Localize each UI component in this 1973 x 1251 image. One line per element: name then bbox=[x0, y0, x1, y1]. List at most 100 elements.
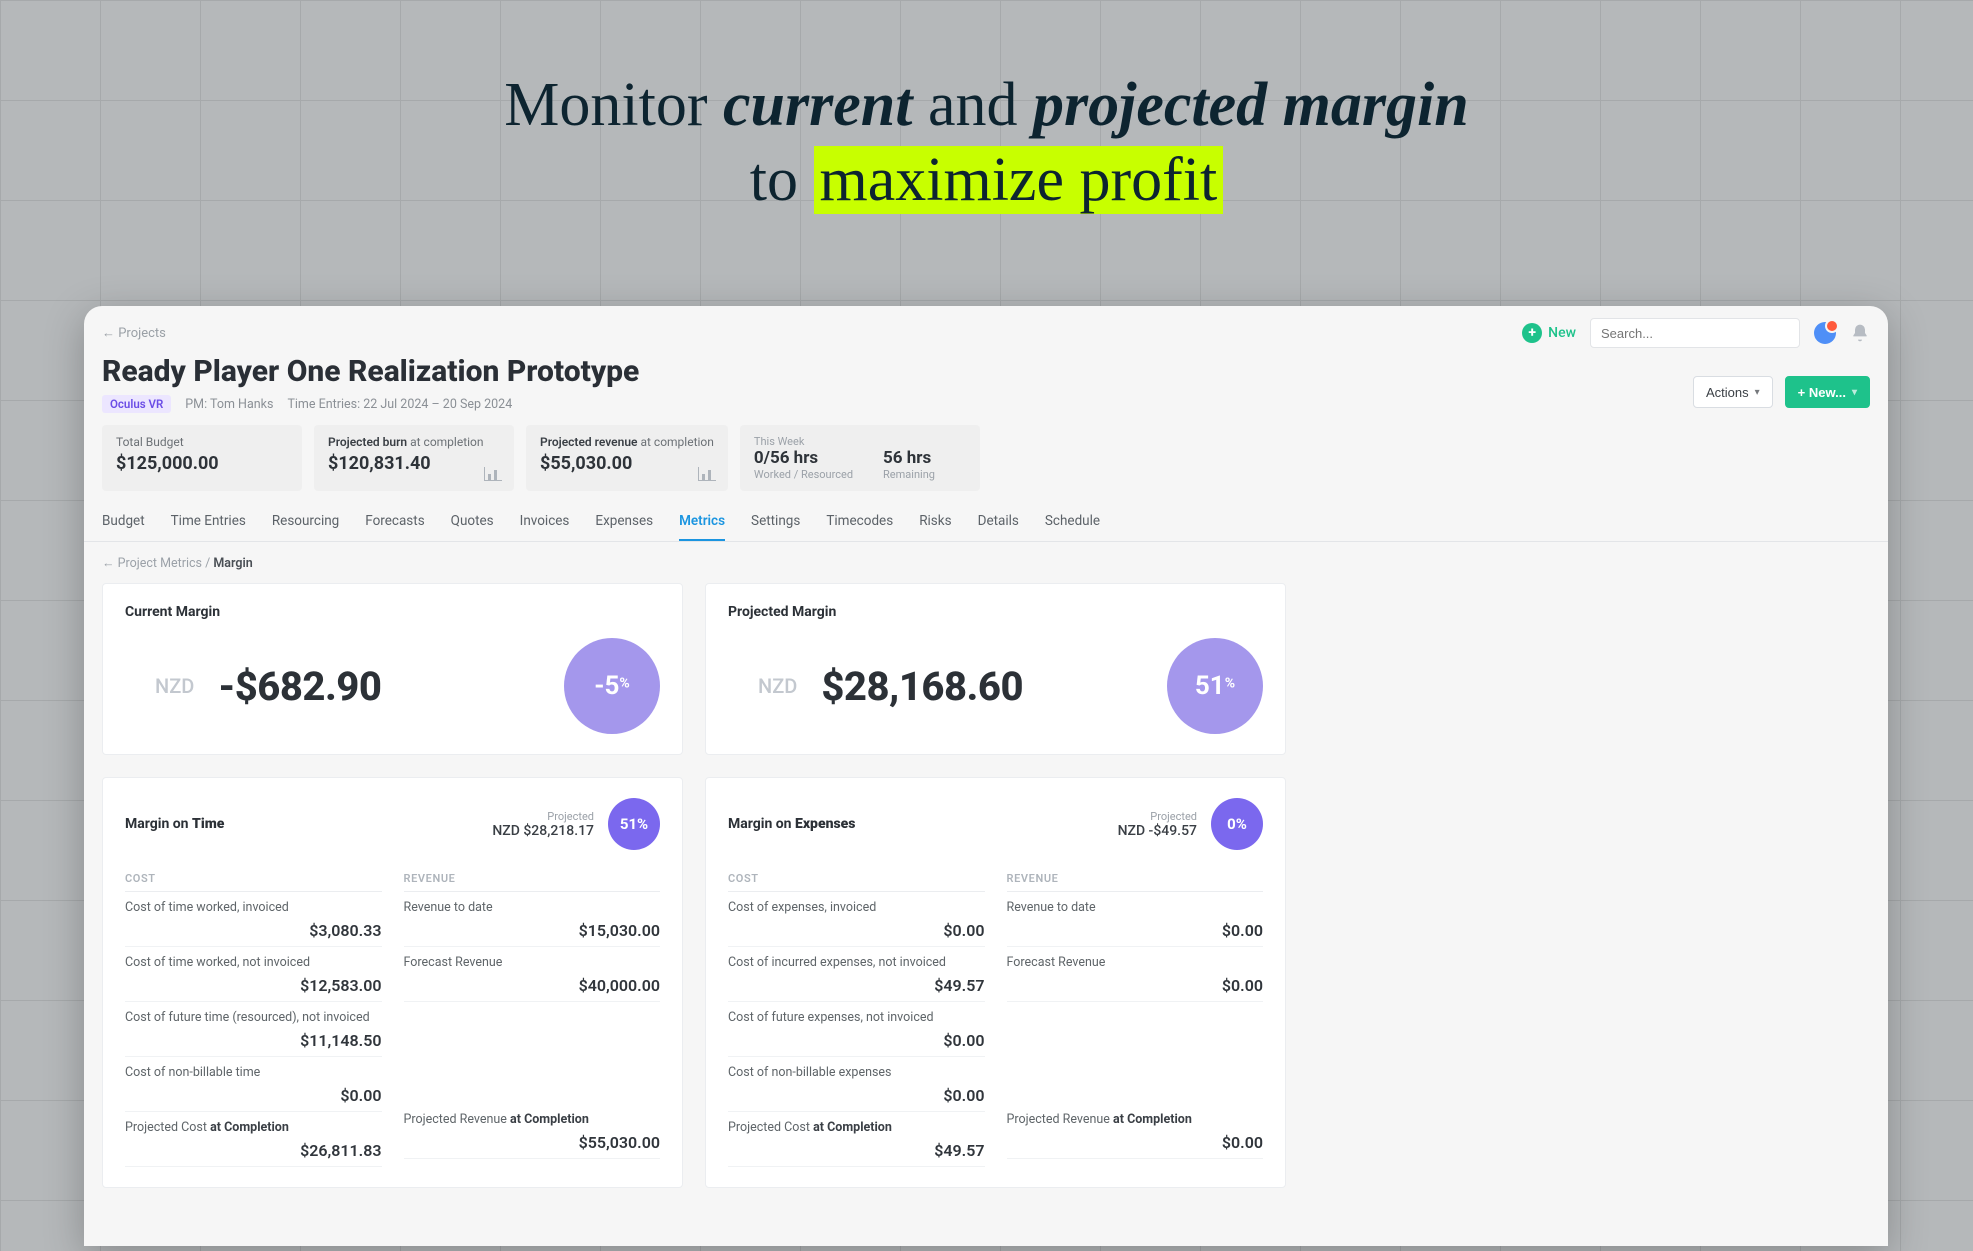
new-button[interactable]: + New...▾ bbox=[1785, 376, 1870, 408]
line-item-value: $0.00 bbox=[1007, 976, 1264, 995]
app-window: ← Projects + New Ready Player One Realiz… bbox=[84, 306, 1888, 1246]
margin-percent-badge: 51% bbox=[1167, 638, 1263, 734]
card-projected-margin: Projected Margin NZD $28,168.60 51% bbox=[705, 583, 1286, 755]
tabs: Budget Time Entries Resourcing Forecasts Quo… bbox=[84, 503, 1888, 542]
stat-label: Projected burn at completion bbox=[328, 435, 500, 449]
stat-value: 56 hrs bbox=[883, 448, 935, 468]
chevron-down-icon: ▾ bbox=[1755, 387, 1760, 398]
line-item-label: Cost of expenses, invoiced bbox=[728, 900, 985, 915]
plus-icon: + bbox=[1522, 323, 1542, 343]
line-item-row: Cost of time worked, not invoiced $12,583… bbox=[125, 947, 382, 1002]
hero-em-current: current bbox=[723, 71, 912, 139]
page-header: Ready Player One Realization Prototype O… bbox=[84, 352, 1888, 423]
tab-settings[interactable]: Settings bbox=[751, 503, 800, 541]
breadcrumb-sep: / bbox=[202, 556, 213, 571]
card-current-margin: Current Margin NZD -$682.90 -5% bbox=[102, 583, 683, 755]
tab-resourcing[interactable]: Resourcing bbox=[272, 503, 339, 541]
stat-value: $55,030.00 bbox=[540, 453, 714, 474]
stat-value: $120,831.40 bbox=[328, 453, 500, 474]
line-item-row: Revenue to date $15,030.00 bbox=[404, 892, 661, 947]
revenue-total-row: Projected Revenue at Completion $0.00 bbox=[1007, 1104, 1264, 1159]
actions-label: Actions bbox=[1706, 385, 1749, 400]
line-item-label: Cost of future expenses, not invoiced bbox=[728, 1010, 985, 1025]
tab-invoices[interactable]: Invoices bbox=[520, 503, 570, 541]
stat-label: Projected revenue at completion bbox=[540, 435, 714, 449]
margin-amount: $28,168.60 bbox=[821, 663, 1023, 710]
line-item-row: Cost of incurred expenses, not invoiced $… bbox=[728, 947, 985, 1002]
line-item-label: Cost of incurred expenses, not invoiced bbox=[728, 955, 985, 970]
bell-icon[interactable] bbox=[1850, 323, 1870, 343]
chart-icon[interactable] bbox=[484, 467, 502, 481]
line-item-label: Cost of time worked, invoiced bbox=[125, 900, 382, 915]
client-chip[interactable]: Oculus VR bbox=[102, 395, 171, 413]
cost-total-value: $26,811.83 bbox=[125, 1141, 382, 1160]
stat-burn: Projected burn at completion $120,831.40 bbox=[314, 425, 514, 491]
tab-budget[interactable]: Budget bbox=[102, 503, 145, 541]
line-item-value: $0.00 bbox=[728, 1086, 985, 1105]
chevron-down-icon: ▾ bbox=[1852, 387, 1857, 398]
projected-value: NZD -$49.57 bbox=[1118, 823, 1197, 839]
line-item-row: Cost of future time (resourced), not inv… bbox=[125, 1002, 382, 1057]
time-range-value: 22 Jul 2024 – 20 Sep 2024 bbox=[363, 397, 512, 412]
projected-label: Projected bbox=[492, 810, 594, 823]
card-title: Current Margin bbox=[125, 604, 660, 620]
timer-icon[interactable] bbox=[1814, 322, 1836, 344]
hero-text: Monitor bbox=[504, 71, 723, 139]
cost-total-value: $49.57 bbox=[728, 1141, 985, 1160]
revenue-total-value: $55,030.00 bbox=[404, 1133, 661, 1152]
tab-timecodes[interactable]: Timecodes bbox=[826, 503, 893, 541]
chart-icon[interactable] bbox=[698, 467, 716, 481]
back-to-projects-link[interactable]: ← Projects bbox=[102, 325, 166, 341]
column-header-cost: COST bbox=[728, 872, 985, 892]
hero-text: to bbox=[750, 146, 814, 214]
pct-value: -5 bbox=[594, 671, 619, 701]
line-item-label: Revenue to date bbox=[404, 900, 661, 915]
line-item-value: $11,148.50 bbox=[125, 1031, 382, 1050]
currency-label: NZD bbox=[758, 674, 797, 698]
stats-row: Total Budget $125,000.00 Projected burn … bbox=[84, 423, 1888, 503]
new-button-top[interactable]: + New bbox=[1522, 323, 1576, 343]
line-item-row: Cost of non-billable time$0.00 bbox=[125, 1057, 382, 1112]
card-margin-time: Margin on Time Projected NZD $28,218.17 … bbox=[102, 777, 683, 1188]
stat-label bbox=[883, 435, 935, 448]
line-item-row: Cost of non-billable expenses$0.00 bbox=[728, 1057, 985, 1112]
line-item-value: $0.00 bbox=[1007, 921, 1264, 940]
hero-highlight: maximize profit bbox=[814, 146, 1224, 214]
revenue-total-value: $0.00 bbox=[1007, 1133, 1264, 1152]
tab-schedule[interactable]: Schedule bbox=[1045, 503, 1100, 541]
stat-sublabel: Remaining bbox=[883, 468, 935, 481]
projected-label: Projected bbox=[1118, 810, 1197, 823]
line-item-label: Cost of non-billable time bbox=[125, 1065, 382, 1080]
cost-total-row: Projected Cost at Completion $49.57 bbox=[728, 1112, 985, 1167]
tab-forecasts[interactable]: Forecasts bbox=[365, 503, 424, 541]
search-input[interactable] bbox=[1590, 318, 1800, 348]
line-item-value: $3,080.33 bbox=[125, 921, 382, 940]
tab-quotes[interactable]: Quotes bbox=[451, 503, 494, 541]
line-item-row: Cost of future expenses, not invoiced$0.… bbox=[728, 1002, 985, 1057]
stat-budget: Total Budget $125,000.00 bbox=[102, 425, 302, 491]
line-item-value: $15,030.00 bbox=[404, 921, 661, 940]
pm-label: PM: bbox=[185, 397, 207, 412]
tab-time-entries[interactable]: Time Entries bbox=[171, 503, 246, 541]
line-item-label: Forecast Revenue bbox=[1007, 955, 1264, 970]
line-item-label: Cost of time worked, not invoiced bbox=[125, 955, 382, 970]
breadcrumb-back[interactable]: ← Project Metrics bbox=[102, 556, 202, 571]
tab-metrics[interactable]: Metrics bbox=[679, 503, 725, 541]
revenue-total-row: Projected Revenue at Completion $55,030.… bbox=[404, 1104, 661, 1159]
line-item-label: Revenue to date bbox=[1007, 900, 1264, 915]
line-item-value: $12,583.00 bbox=[125, 976, 382, 995]
card-title: Margin on Expenses bbox=[728, 816, 855, 832]
actions-button[interactable]: Actions ▾ bbox=[1693, 376, 1773, 408]
line-item-value: $49.57 bbox=[728, 976, 985, 995]
breadcrumb: ← Project Metrics / Margin bbox=[84, 542, 1888, 579]
tab-risks[interactable]: Risks bbox=[919, 503, 951, 541]
margin-percent-badge: -5% bbox=[564, 638, 660, 734]
tab-expenses[interactable]: Expenses bbox=[595, 503, 653, 541]
stat-week: This Week 0/56 hrs Worked / Resourced 56… bbox=[740, 425, 980, 491]
margin-amount: -$682.90 bbox=[218, 663, 381, 710]
currency-label: NZD bbox=[155, 674, 194, 698]
stat-value: 0/56 hrs bbox=[754, 448, 853, 468]
hero-text: and bbox=[912, 71, 1033, 139]
line-item-row: Forecast Revenue$40,000.00 bbox=[404, 947, 661, 1002]
tab-details[interactable]: Details bbox=[978, 503, 1019, 541]
